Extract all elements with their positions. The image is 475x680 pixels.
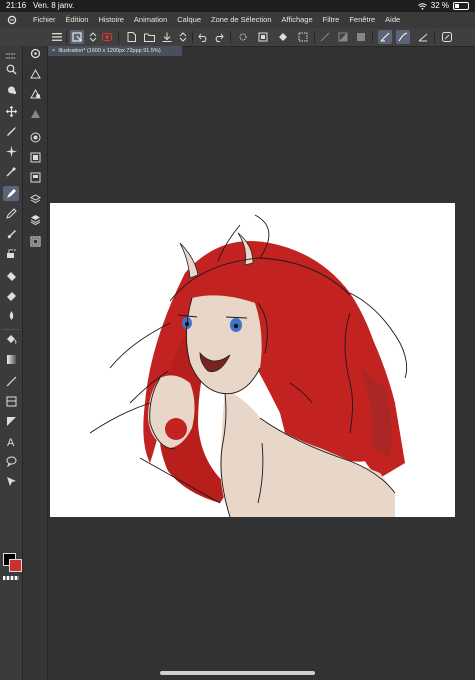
menu-zone-selection[interactable]: Zone de Sélection	[211, 12, 271, 28]
status-right: 32 %	[417, 0, 469, 12]
tab-close-icon[interactable]: ×	[52, 48, 55, 54]
brush-icon[interactable]	[3, 226, 19, 241]
settings-icon[interactable]	[27, 46, 43, 61]
color-set-icon[interactable]	[27, 150, 43, 165]
menu-fenetre[interactable]: Fenêtre	[349, 12, 375, 28]
status-date: Ven. 8 janv.	[33, 1, 75, 10]
menu-calque[interactable]: Calque	[177, 12, 201, 28]
layer-mask-icon[interactable]	[336, 30, 350, 44]
menu-fichier[interactable]: Fichier	[33, 12, 56, 28]
status-bar: 21:16 Ven. 8 janv. 32 %	[0, 0, 475, 12]
artwork-illustration	[89, 214, 408, 517]
battery-icon	[453, 2, 469, 10]
transparent-color-swatch[interactable]	[3, 576, 19, 580]
intermediate-color-icon[interactable]	[27, 170, 43, 185]
record-icon[interactable]	[100, 30, 114, 44]
canvas-tab[interactable]: × Illustration* (1600 x 1200px 72ppp 91.5…	[48, 46, 182, 56]
menu-histoire[interactable]: Histoire	[98, 12, 123, 28]
command-bar	[0, 28, 475, 47]
snap-special-ruler-icon[interactable]	[396, 30, 410, 44]
fill-selection-icon[interactable]	[256, 30, 270, 44]
color-wheel-icon[interactable]	[27, 130, 43, 145]
wifi-icon	[417, 2, 427, 10]
transform-icon[interactable]	[296, 30, 310, 44]
menu-bar: Fichier Édition Histoire Animation Calqu…	[0, 12, 475, 29]
layer-search-icon[interactable]	[27, 86, 43, 101]
redo-icon[interactable]	[212, 30, 226, 44]
eraser-icon[interactable]	[3, 288, 19, 303]
operation-icon[interactable]	[3, 124, 19, 139]
snap-grid-icon[interactable]	[416, 30, 430, 44]
stepper-icon[interactable]	[86, 30, 100, 44]
gradient-icon[interactable]	[3, 352, 19, 367]
sub-color-swatch[interactable]	[9, 559, 22, 572]
airbrush-icon[interactable]	[3, 246, 19, 261]
save-icon[interactable]	[160, 30, 174, 44]
ruler-snap-icon[interactable]	[318, 30, 332, 44]
menu-filtre[interactable]: Filtre	[323, 12, 340, 28]
menu-animation[interactable]: Animation	[134, 12, 167, 28]
drawing-canvas[interactable]	[50, 203, 455, 517]
balloon-icon[interactable]	[3, 454, 19, 469]
frame-icon[interactable]	[3, 394, 19, 409]
undo-icon[interactable]	[196, 30, 210, 44]
clear-icon[interactable]	[236, 30, 250, 44]
pen-icon[interactable]	[3, 186, 19, 201]
eyedropper-icon[interactable]	[3, 164, 19, 179]
open-folder-icon[interactable]	[142, 30, 156, 44]
ruler-icon[interactable]	[3, 414, 19, 429]
brush-size-icon[interactable]	[27, 106, 43, 121]
correct-line-icon[interactable]	[3, 474, 19, 489]
decoration-icon[interactable]	[3, 268, 19, 283]
svg-text:A: A	[7, 437, 15, 447]
reference-icon[interactable]	[354, 30, 368, 44]
hand-icon[interactable]	[3, 82, 19, 97]
snap-ruler-icon[interactable]	[378, 30, 392, 44]
subtool-column	[23, 46, 48, 680]
menu-icon[interactable]	[3, 48, 19, 63]
move-icon[interactable]	[3, 104, 19, 119]
figure-icon[interactable]	[3, 374, 19, 389]
text-icon[interactable]: A	[3, 434, 19, 449]
battery-percent: 32 %	[430, 1, 449, 10]
layer-icon[interactable]	[27, 192, 43, 207]
pencil-icon[interactable]	[3, 206, 19, 221]
stepper-2-icon[interactable]	[176, 30, 190, 44]
hamburger-menu-icon[interactable]	[50, 30, 64, 44]
navigator-icon[interactable]	[27, 234, 43, 249]
bucket-icon[interactable]	[276, 30, 290, 44]
menu-aide[interactable]: Aide	[385, 12, 400, 28]
menu-edition[interactable]: Édition	[66, 12, 89, 28]
layer-property-icon[interactable]	[27, 66, 43, 81]
new-file-icon[interactable]	[124, 30, 138, 44]
app-logo-icon[interactable]	[7, 15, 17, 25]
fill-icon[interactable]	[3, 332, 19, 347]
home-indicator[interactable]	[160, 671, 315, 675]
select-layer-icon[interactable]	[70, 30, 84, 44]
auto-select-icon[interactable]	[3, 144, 19, 159]
blend-icon[interactable]	[3, 308, 19, 323]
zoom-icon[interactable]	[3, 62, 19, 77]
canvas-tab-title: Illustration* (1600 x 1200px 72ppp 91.5%…	[58, 48, 161, 54]
tool-palette: A	[0, 46, 23, 680]
edit-icon[interactable]	[440, 30, 454, 44]
layer-stack-icon[interactable]	[27, 212, 43, 227]
menu-affichage[interactable]: Affichage	[282, 12, 313, 28]
status-time: 21:16	[6, 1, 27, 10]
menu-items: Fichier Édition Histoire Animation Calqu…	[33, 12, 400, 28]
